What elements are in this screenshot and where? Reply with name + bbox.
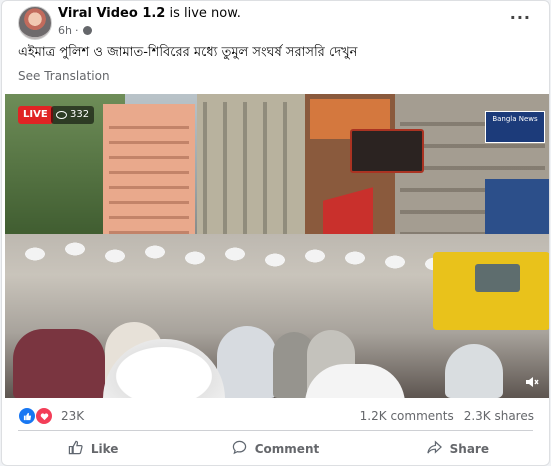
post-header: Viral Video 1.2 is live now. — [58, 6, 241, 21]
viewer-count: 332 — [70, 109, 90, 120]
action-bar: Like Comment Share — [2, 435, 549, 463]
love-reaction-icon — [35, 407, 53, 425]
more-horizontal-icon[interactable]: ··· — [510, 8, 531, 27]
share-count[interactable]: 2.3K shares — [464, 409, 534, 423]
video-scene-sign — [350, 129, 424, 173]
video-scene-windows — [109, 114, 189, 244]
like-label: Like — [90, 442, 119, 456]
video-scene-person — [217, 326, 277, 398]
like-button[interactable]: Like — [2, 435, 184, 463]
video-scene-truck-window — [475, 264, 520, 292]
reaction-count: 23K — [61, 409, 85, 423]
see-translation-link[interactable]: See Translation — [18, 69, 110, 83]
channel-logo: Bangla News — [485, 111, 545, 143]
speaker-muted-icon[interactable] — [524, 374, 540, 390]
divider — [18, 430, 533, 431]
page-name[interactable]: Viral Video 1.2 — [58, 6, 165, 21]
comment-label: Comment — [254, 442, 320, 456]
live-badge: LIVE — [18, 106, 53, 124]
post-meta: 6h · — [58, 24, 93, 37]
comment-button[interactable]: Comment — [184, 435, 366, 463]
speech-bubble-icon — [232, 440, 247, 459]
post-time[interactable]: 6h — [58, 24, 72, 37]
like-reaction-icon — [18, 407, 36, 425]
viewer-count-badge: 332 — [51, 106, 95, 124]
reactions-summary[interactable]: 23K — [18, 407, 84, 425]
meta-dot: · — [74, 24, 79, 37]
post-card: Viral Video 1.2 is live now. 6h · ··· এই… — [1, 0, 550, 466]
engagement-stats: 1.2K comments 2.3K shares — [360, 409, 534, 423]
share-arrow-icon — [426, 439, 442, 459]
share-label: Share — [449, 442, 489, 456]
eye-icon — [56, 111, 67, 119]
share-button[interactable]: Share — [367, 435, 549, 463]
channel-logo-text: Bangla News — [492, 115, 538, 123]
video-scene-windows — [203, 102, 299, 247]
thumbs-up-icon — [68, 440, 83, 459]
post-caption: এইমাত্র পুলিশ ও জামাত-শিবিরের মধ্যে তুমু… — [18, 45, 358, 60]
comment-count[interactable]: 1.2K comments — [360, 409, 454, 423]
status-text: is live now. — [165, 6, 241, 21]
live-video[interactable]: Bangla News LIVE 332 — [5, 94, 549, 398]
globe-icon — [83, 26, 93, 35]
video-scene-person — [13, 329, 105, 398]
video-scene-person — [445, 344, 503, 398]
video-scene-banner — [485, 179, 549, 234]
avatar[interactable] — [18, 6, 52, 40]
